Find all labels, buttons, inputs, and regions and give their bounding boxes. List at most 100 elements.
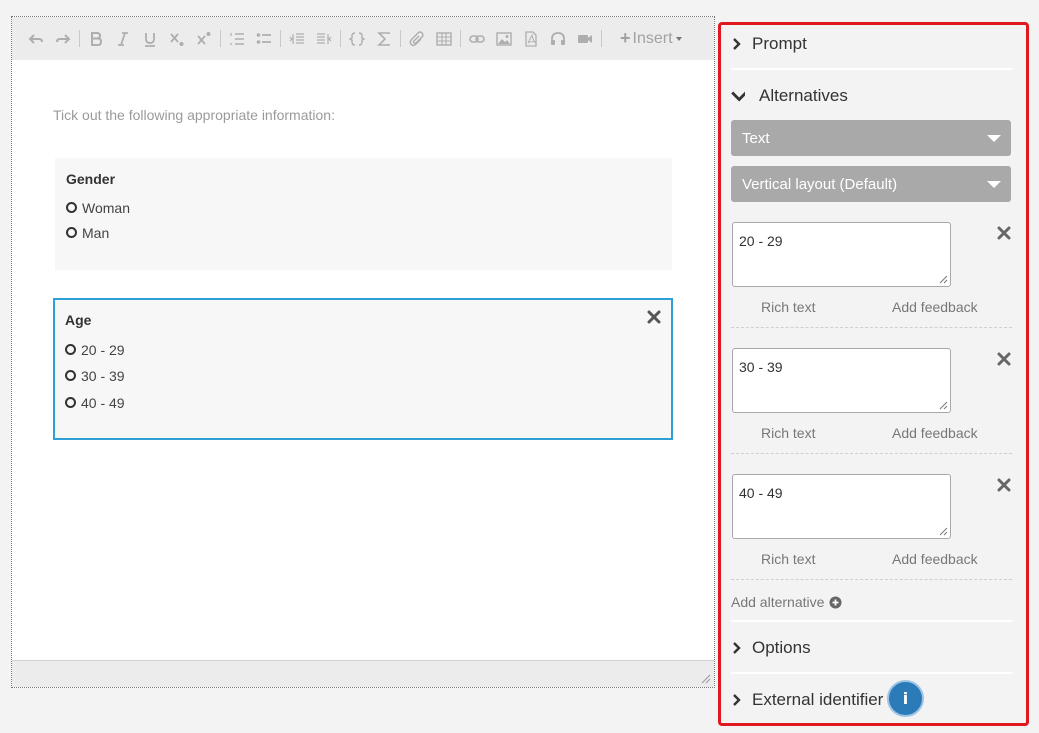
section-divider (731, 672, 1012, 674)
bulleted-list-icon[interactable] (252, 27, 276, 51)
section-options-label: Options (752, 638, 811, 657)
radio-circle-icon (65, 343, 76, 355)
radio-option[interactable]: Woman (66, 200, 130, 216)
alternative-textarea[interactable]: 30 - 39 (732, 348, 951, 413)
toolbar-divider (460, 30, 461, 47)
underline-icon[interactable] (138, 27, 162, 51)
code-braces-icon[interactable] (345, 27, 369, 51)
table-icon[interactable] (432, 27, 456, 51)
resize-grip-icon[interactable] (939, 527, 948, 536)
radio-circle-icon (66, 201, 77, 213)
section-prompt-label: Prompt (752, 34, 807, 53)
resize-handle-icon[interactable] (701, 674, 711, 684)
audio-headphones-icon[interactable] (546, 27, 570, 51)
alternative-textarea[interactable]: 20 - 29 (732, 222, 951, 287)
radio-option[interactable]: 20 - 29 (65, 342, 125, 358)
caret-down-icon (675, 36, 682, 41)
option-label: 40 - 49 (81, 395, 125, 411)
toolbar-divider (280, 30, 281, 47)
question-title: Age (65, 312, 92, 328)
section-alternatives[interactable]: Alternatives (731, 86, 848, 106)
radio-circle-icon (66, 226, 77, 238)
rich-text-link[interactable]: Rich text (761, 551, 815, 567)
attachment-icon[interactable] (405, 27, 429, 51)
bold-icon[interactable] (84, 27, 108, 51)
close-icon[interactable] (647, 310, 661, 324)
caret-down-icon (987, 181, 1001, 188)
resize-grip-icon[interactable] (939, 275, 948, 284)
alternative-value: 40 - 49 (739, 485, 783, 501)
editor-toolbar: + Insert (12, 17, 714, 60)
insert-label: Insert (632, 29, 673, 47)
add-alternative-link[interactable]: Add alternative (731, 594, 842, 610)
radio-option[interactable]: Man (66, 225, 109, 241)
rich-text-editor[interactable]: + Insert Tick out the following appropri… (11, 16, 715, 688)
pdf-icon[interactable] (519, 27, 543, 51)
question-block-gender[interactable]: Gender Woman Man (55, 158, 672, 270)
alternative-value: 30 - 39 (739, 359, 783, 375)
section-external-identifier-label: External identifier (752, 690, 884, 709)
italic-icon[interactable] (111, 27, 135, 51)
remove-alternative-icon[interactable] (997, 352, 1011, 366)
alternative-value: 20 - 29 (739, 233, 783, 249)
redo-icon[interactable] (51, 27, 75, 51)
question-title: Gender (66, 171, 116, 187)
add-feedback-link[interactable]: Add feedback (892, 551, 978, 567)
option-label: 20 - 29 (81, 342, 125, 358)
add-alternative-label: Add alternative (731, 594, 825, 610)
rich-text-link[interactable]: Rich text (761, 425, 815, 441)
indent-icon[interactable] (312, 27, 336, 51)
radio-option[interactable]: 40 - 49 (65, 395, 125, 411)
image-icon[interactable] (492, 27, 516, 51)
superscript-icon[interactable] (192, 27, 216, 51)
radio-option[interactable]: 30 - 39 (65, 368, 125, 384)
option-label: Woman (82, 200, 130, 216)
option-label: Man (82, 225, 110, 241)
properties-panel: Prompt Alternatives Text Vertical layout… (718, 22, 1029, 726)
remove-alternative-icon[interactable] (997, 226, 1011, 240)
chevron-right-icon (733, 694, 741, 706)
section-divider (731, 620, 1012, 622)
section-alternatives-label: Alternatives (759, 86, 848, 105)
remove-alternative-icon[interactable] (997, 478, 1011, 492)
plus-circle-icon (829, 596, 842, 608)
outdent-icon[interactable] (285, 27, 309, 51)
alternative-divider (731, 453, 1012, 454)
section-options[interactable]: Options (731, 638, 811, 658)
section-divider (731, 68, 1012, 70)
sigma-math-icon[interactable] (372, 27, 396, 51)
chevron-down-icon (731, 91, 745, 102)
layout-select[interactable]: Vertical layout (Default) (731, 166, 1011, 202)
type-select[interactable]: Text (731, 120, 1011, 156)
option-label: 30 - 39 (81, 368, 125, 384)
info-icon[interactable]: i (887, 680, 924, 717)
question-block-age[interactable]: Age 20 - 29 30 - 39 40 - 49 (53, 298, 673, 440)
toolbar-divider (79, 30, 80, 47)
chevron-right-icon (733, 38, 741, 50)
video-camera-icon[interactable] (573, 27, 597, 51)
editor-content[interactable]: Tick out the following appropriate infor… (12, 60, 714, 661)
intro-text: Tick out the following appropriate infor… (53, 107, 335, 123)
link-icon[interactable] (465, 27, 489, 51)
add-feedback-link[interactable]: Add feedback (892, 299, 978, 315)
toolbar-divider (400, 30, 401, 47)
subscript-icon[interactable] (165, 27, 189, 51)
section-external-identifier[interactable]: External identifier (731, 690, 883, 710)
alternative-divider (731, 579, 1012, 580)
toolbar-divider (601, 30, 602, 47)
rich-text-link[interactable]: Rich text (761, 299, 815, 315)
editor-statusbar (12, 660, 714, 687)
undo-icon[interactable] (24, 27, 48, 51)
section-prompt[interactable]: Prompt (731, 34, 807, 54)
numbered-list-icon[interactable] (225, 27, 249, 51)
insert-menu-button[interactable]: + Insert (620, 28, 682, 49)
alternative-textarea[interactable]: 40 - 49 (732, 474, 951, 539)
type-select-value: Text (742, 129, 770, 147)
toolbar-divider (220, 30, 221, 47)
toolbar-divider (340, 30, 341, 47)
layout-select-value: Vertical layout (Default) (742, 175, 898, 193)
add-feedback-link[interactable]: Add feedback (892, 425, 978, 441)
resize-grip-icon[interactable] (939, 401, 948, 410)
radio-circle-icon (65, 396, 76, 408)
alternative-divider (731, 327, 1012, 328)
